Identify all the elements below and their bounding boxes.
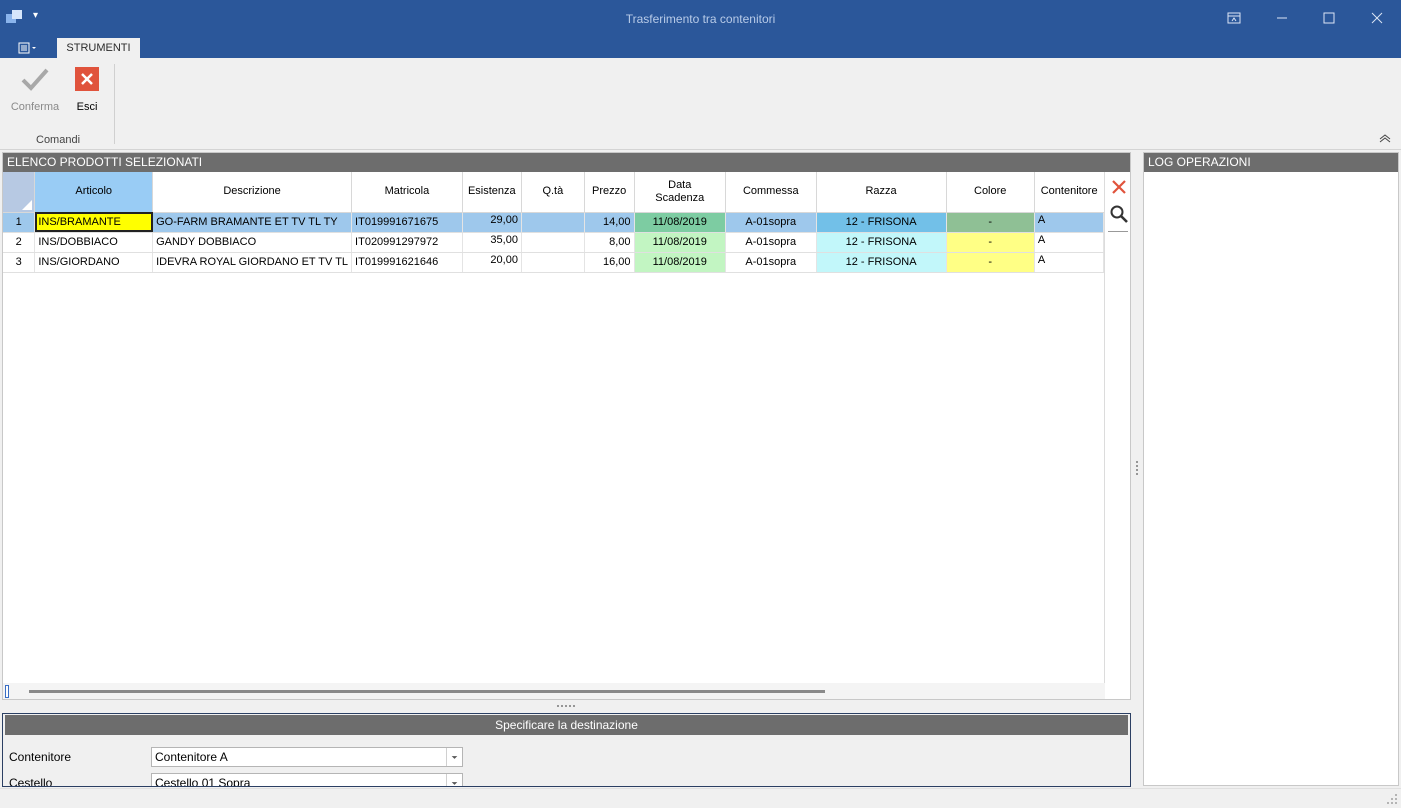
column-header-articolo[interactable]: Articolo	[34, 172, 154, 213]
contenitore-label: Contenitore	[9, 750, 72, 764]
remove-row-icon[interactable]	[1109, 177, 1129, 197]
column-header-qta[interactable]: Q.tà	[521, 172, 585, 213]
cell-articolo[interactable]: INS/GIORDANO	[34, 252, 154, 273]
cell-articolo[interactable]: INS/BRAMANTE	[34, 212, 154, 233]
cell-descrizione[interactable]: GO-FARM BRAMANTE ET TV TL TY	[152, 212, 353, 233]
column-header-colore[interactable]: Colore	[946, 172, 1035, 213]
window-title: Trasferimento tra contenitori	[625, 12, 776, 26]
ribbon-tabs: STRUMENTI	[0, 37, 1401, 58]
exit-label: Esci	[76, 101, 98, 113]
column-header-commessa[interactable]: Commessa	[725, 172, 817, 213]
cell-commessa[interactable]: A-01sopra	[725, 252, 817, 273]
cell-qta[interactable]	[521, 252, 585, 273]
table-row[interactable]: 3 INS/GIORDANO IDEVRA ROYAL GIORDANO ET …	[3, 252, 1105, 273]
chevron-down-icon[interactable]	[446, 774, 462, 787]
minimize-icon[interactable]	[1270, 8, 1294, 28]
cell-contenitore[interactable]: A	[1034, 212, 1105, 233]
cell-descrizione[interactable]: GANDY DOBBIACO	[152, 232, 353, 253]
column-header-razza[interactable]: Razza	[816, 172, 947, 213]
cell-qta[interactable]	[521, 212, 585, 233]
cell-matricola[interactable]: IT019991621646	[351, 252, 463, 273]
products-panel-title: ELENCO PRODOTTI SELEZIONATI	[3, 153, 1130, 172]
restore-ribbon-icon[interactable]	[1222, 8, 1246, 28]
cell-articolo[interactable]: INS/DOBBIACO	[34, 232, 154, 253]
horizontal-scrollbar[interactable]	[3, 683, 1105, 699]
grid-corner-select-all[interactable]	[3, 172, 36, 213]
scrollbar-thumb[interactable]	[29, 690, 825, 693]
cell-colore[interactable]: -	[946, 232, 1035, 253]
cestello-label: Cestello	[9, 776, 53, 787]
table-row[interactable]: 1 INS/BRAMANTE GO-FARM BRAMANTE ET TV TL…	[3, 212, 1105, 233]
corner-triangle-icon	[22, 199, 33, 210]
row-number[interactable]: 3	[3, 252, 36, 273]
cell-razza[interactable]: 12 - FRISONA	[816, 232, 947, 253]
products-grid[interactable]: Articolo Descrizione Matricola Esistenza…	[3, 172, 1105, 683]
destination-panel-title: Specificare la destinazione	[5, 715, 1128, 735]
cell-commessa[interactable]: A-01sopra	[725, 232, 817, 253]
collapse-ribbon-icon[interactable]	[1378, 132, 1392, 144]
file-menu-icon[interactable]	[13, 40, 43, 56]
cell-esistenza[interactable]: 20,00	[462, 252, 522, 273]
checkmark-icon	[21, 68, 49, 91]
scrollbar-left-handle[interactable]	[5, 685, 9, 698]
cell-colore[interactable]: -	[946, 212, 1035, 233]
grid-side-toolbar	[1106, 175, 1130, 232]
cell-qta[interactable]	[521, 232, 585, 253]
products-panel: ELENCO PRODOTTI SELEZIONATI Articolo Des…	[2, 152, 1131, 700]
column-header-esistenza[interactable]: Esistenza	[462, 172, 522, 213]
resize-grip-icon[interactable]	[1386, 793, 1398, 805]
cell-descrizione[interactable]: IDEVRA ROYAL GIORDANO ET TV TL	[152, 252, 353, 273]
exit-button[interactable]: Esci	[70, 66, 104, 113]
confirm-button[interactable]: Conferma	[8, 66, 62, 113]
cell-esistenza[interactable]: 35,00	[462, 232, 522, 253]
group-label-comandi: Comandi	[36, 134, 81, 146]
cell-contenitore[interactable]: A	[1034, 252, 1105, 273]
cell-data-scadenza[interactable]: 11/08/2019	[634, 212, 726, 233]
status-bar	[0, 788, 1401, 808]
toolbar-divider	[1108, 231, 1128, 232]
cell-contenitore[interactable]: A	[1034, 232, 1105, 253]
cell-razza[interactable]: 12 - FRISONA	[816, 252, 947, 273]
cell-colore[interactable]: -	[946, 252, 1035, 273]
tab-strumenti[interactable]: STRUMENTI	[57, 38, 140, 58]
table-row[interactable]: 2 INS/DOBBIACO GANDY DOBBIACO IT02099129…	[3, 232, 1105, 253]
log-panel: LOG OPERAZIONI	[1143, 152, 1399, 786]
cell-razza[interactable]: 12 - FRISONA	[816, 212, 947, 233]
cestello-select[interactable]: Cestello 01 Sopra	[151, 773, 463, 787]
row-number[interactable]: 2	[3, 232, 36, 253]
cell-data-scadenza[interactable]: 11/08/2019	[634, 252, 726, 273]
vertical-splitter-grip-icon[interactable]	[1134, 460, 1140, 476]
cell-matricola[interactable]: IT020991297972	[351, 232, 463, 253]
maximize-icon[interactable]	[1317, 8, 1341, 28]
confirm-label: Conferma	[10, 101, 60, 113]
ribbon: Conferma Esci Comandi	[0, 58, 1401, 150]
cell-matricola[interactable]: IT019991671675	[351, 212, 463, 233]
exit-icon	[75, 67, 99, 91]
contenitore-select[interactable]: Contenitore A	[151, 747, 463, 767]
column-header-descrizione[interactable]: Descrizione	[152, 172, 353, 213]
column-header-prezzo[interactable]: Prezzo	[584, 172, 635, 213]
title-bar: ▾ Trasferimento tra contenitori	[0, 0, 1401, 37]
cell-prezzo[interactable]: 16,00	[584, 252, 635, 273]
cestello-value: Cestello 01 Sopra	[155, 776, 251, 787]
column-header-contenitore[interactable]: Contenitore	[1034, 172, 1104, 213]
cell-commessa[interactable]: A-01sopra	[725, 212, 817, 233]
ribbon-separator	[114, 64, 115, 144]
cell-esistenza[interactable]: 29,00	[462, 212, 522, 233]
close-icon[interactable]	[1365, 8, 1389, 28]
row-number[interactable]: 1	[3, 212, 36, 233]
search-icon[interactable]	[1109, 204, 1129, 224]
contenitore-value: Contenitore A	[155, 750, 228, 764]
horizontal-splitter-grip-icon[interactable]	[556, 703, 576, 709]
destination-panel: Specificare la destinazione Contenitore …	[2, 713, 1131, 787]
cell-prezzo[interactable]: 14,00	[584, 212, 635, 233]
grid-header-row: Articolo Descrizione Matricola Esistenza…	[3, 172, 1104, 213]
column-header-data-scadenza[interactable]: Data Scadenza	[634, 172, 726, 213]
log-panel-title: LOG OPERAZIONI	[1144, 153, 1398, 172]
column-header-matricola[interactable]: Matricola	[351, 172, 463, 213]
cell-prezzo[interactable]: 8,00	[584, 232, 635, 253]
chevron-down-icon[interactable]	[446, 748, 462, 766]
cell-data-scadenza[interactable]: 11/08/2019	[634, 232, 726, 253]
